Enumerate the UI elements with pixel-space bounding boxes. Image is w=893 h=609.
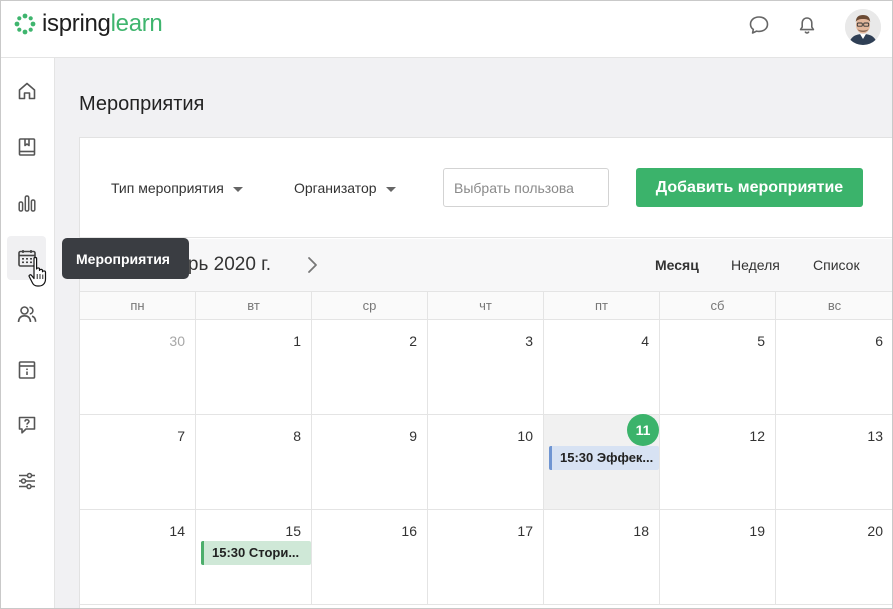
day-number: 15 bbox=[285, 523, 301, 539]
day-number: 17 bbox=[517, 523, 533, 539]
event-type-dropdown[interactable]: Тип мероприятия bbox=[111, 178, 243, 198]
day-number: 18 bbox=[633, 523, 649, 539]
day-number: 30 bbox=[169, 333, 185, 349]
day-number: 1 bbox=[293, 333, 301, 349]
bar-chart-icon bbox=[17, 195, 36, 212]
sidebar-tooltip: Мероприятия bbox=[62, 238, 189, 279]
calendar-day-cell[interactable]: 18 bbox=[544, 510, 660, 605]
calendar-header: брь 2020 г. Месяц Неделя Список bbox=[80, 239, 892, 291]
day-number: 19 bbox=[749, 523, 765, 539]
calendar-day-cell[interactable]: 11 15:30 Эффек... bbox=[544, 414, 660, 510]
day-number: 13 bbox=[867, 428, 883, 444]
calendar-day-cell[interactable]: 8 bbox=[196, 415, 312, 510]
calendar-event[interactable]: 15:30 Эффек... bbox=[549, 446, 659, 470]
calendar-day-cell[interactable]: 13 bbox=[776, 415, 892, 510]
view-week-tab[interactable]: Неделя bbox=[731, 257, 780, 273]
weekday-header: пн вт ср чт пт сб вс bbox=[80, 291, 892, 320]
user-avatar[interactable] bbox=[845, 9, 881, 45]
chevron-down-icon bbox=[232, 186, 243, 192]
logo-text-learn: learn bbox=[110, 10, 163, 37]
calendar-day-cell[interactable]: 20 bbox=[776, 510, 892, 605]
sidebar bbox=[1, 58, 55, 608]
add-event-button[interactable]: Добавить мероприятие bbox=[636, 168, 863, 207]
home-icon bbox=[18, 82, 35, 100]
logo-text-ispring: ispring bbox=[42, 10, 111, 37]
view-list-tab[interactable]: Список bbox=[813, 257, 860, 273]
calendar-grid: 30 1 2 3 4 5 6 7 8 9 10 11 15:30 Эффек... 12 13 14 15 15:… bbox=[80, 320, 892, 605]
day-number: 14 bbox=[169, 523, 185, 539]
bell-icon[interactable] bbox=[796, 14, 818, 36]
organizer-dropdown[interactable]: Организатор bbox=[294, 178, 396, 198]
next-month-arrow-icon[interactable] bbox=[306, 256, 318, 274]
event-type-label: Тип мероприятия bbox=[111, 180, 224, 196]
info-book-icon bbox=[18, 361, 35, 379]
book-icon bbox=[18, 138, 35, 156]
filters-bar: Тип мероприятия Организатор Добавить мер… bbox=[80, 138, 892, 238]
weekday-label: пт bbox=[544, 292, 660, 319]
calendar-day-cell[interactable]: 12 bbox=[660, 415, 776, 510]
today-badge: 11 bbox=[627, 414, 659, 446]
calendar-day-cell[interactable]: 1 bbox=[196, 320, 312, 415]
user-select-input[interactable] bbox=[443, 168, 609, 207]
weekday-label: ср bbox=[312, 292, 428, 319]
settings-sliders-icon bbox=[18, 472, 35, 490]
sidebar-item-settings[interactable] bbox=[7, 459, 46, 503]
calendar-day-cell[interactable]: 16 bbox=[312, 510, 428, 605]
app-window: ispringlearn Мероприятия Мероприятия Тип… bbox=[0, 0, 893, 609]
weekday-label: вс bbox=[827, 298, 842, 313]
calendar-day-cell[interactable]: 30 bbox=[80, 320, 196, 415]
sidebar-item-courses[interactable] bbox=[7, 125, 46, 169]
sidebar-item-knowledge-base[interactable] bbox=[7, 348, 46, 392]
hand-cursor-icon bbox=[28, 256, 47, 287]
sidebar-item-home[interactable] bbox=[7, 69, 46, 113]
day-number: 4 bbox=[641, 333, 649, 349]
calendar-day-cell[interactable]: 4 bbox=[544, 320, 660, 415]
events-card: Тип мероприятия Организатор Добавить мер… bbox=[79, 137, 892, 608]
day-number: 2 bbox=[409, 333, 417, 349]
calendar-day-cell[interactable]: 6 bbox=[776, 320, 892, 415]
calendar-day-cell[interactable]: 17 bbox=[428, 510, 544, 605]
day-number: 7 bbox=[177, 428, 185, 444]
month-label: брь 2020 г. bbox=[177, 254, 272, 275]
calendar-event[interactable]: 15:30 Стори... bbox=[201, 541, 311, 565]
calendar-day-cell[interactable]: 15 15:30 Стори... bbox=[196, 510, 312, 605]
weekday-label: вт bbox=[196, 292, 312, 319]
avatar-image bbox=[845, 9, 881, 45]
logo[interactable]: ispringlearn bbox=[13, 10, 163, 38]
day-number: 10 bbox=[517, 428, 533, 444]
ispring-logo-icon bbox=[14, 13, 36, 35]
calendar-day-cell[interactable]: 5 bbox=[660, 320, 776, 415]
sidebar-item-users[interactable] bbox=[7, 292, 46, 336]
sidebar-item-reports[interactable] bbox=[7, 181, 46, 225]
users-icon bbox=[17, 306, 36, 323]
calendar-day-cell[interactable]: 14 bbox=[80, 510, 196, 605]
chevron-down-icon bbox=[385, 186, 396, 192]
weekday-label: чт bbox=[428, 292, 544, 319]
organizer-label: Организатор bbox=[294, 180, 377, 196]
calendar-day-cell[interactable]: 9 bbox=[312, 415, 428, 510]
calendar-day-cell[interactable]: 7 bbox=[80, 415, 196, 510]
day-number: 3 bbox=[525, 333, 533, 349]
page-title: Мероприятия bbox=[79, 93, 205, 115]
day-number: 8 bbox=[293, 428, 301, 444]
day-number: 5 bbox=[757, 333, 765, 349]
day-number: 16 bbox=[401, 523, 417, 539]
logo-text: ispringlearn bbox=[42, 10, 163, 38]
sidebar-item-help[interactable] bbox=[7, 403, 46, 447]
weekday-label: сб bbox=[660, 292, 776, 319]
calendar-day-cell[interactable]: 2 bbox=[312, 320, 428, 415]
day-number: 6 bbox=[875, 333, 883, 349]
calendar-day-cell[interactable]: 10 bbox=[428, 415, 544, 510]
calendar-day-cell[interactable]: 19 bbox=[660, 510, 776, 605]
top-bar: ispringlearn bbox=[1, 1, 892, 58]
day-number: 9 bbox=[409, 428, 417, 444]
calendar-day-cell[interactable]: 3 bbox=[428, 320, 544, 415]
day-number: 20 bbox=[867, 523, 883, 539]
day-number: 12 bbox=[749, 428, 765, 444]
view-month-tab[interactable]: Месяц bbox=[655, 257, 699, 273]
help-icon bbox=[18, 416, 35, 434]
chat-icon[interactable] bbox=[748, 14, 770, 36]
weekday-label: пн bbox=[80, 292, 196, 319]
